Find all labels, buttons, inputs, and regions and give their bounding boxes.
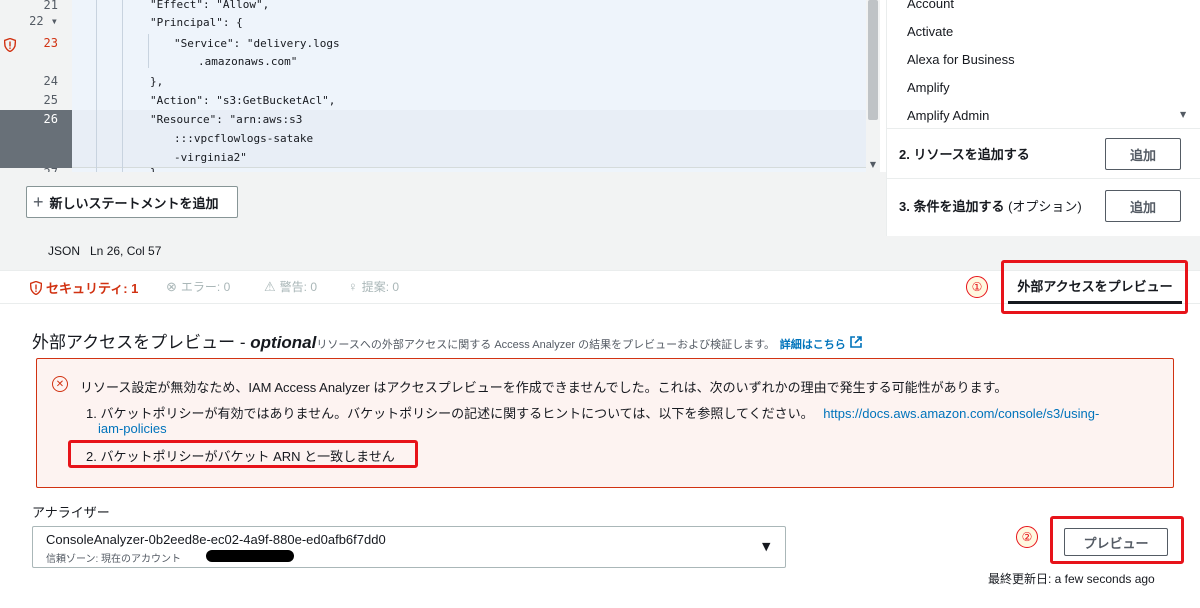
policy-docs-link-cont[interactable]: iam-policies (98, 421, 167, 436)
indent-guide (148, 34, 149, 68)
analyzer-selected-value[interactable]: ConsoleAnalyzer-0b2eed8e-ec02-4a9f-880e-… (46, 532, 386, 547)
highlight-box-preview-button (1050, 516, 1184, 564)
code-line[interactable]: "Effect": "Allow", (150, 0, 269, 11)
json-editor[interactable]: 21 22 ▾ 23 24 25 26 27 "Effect": "Allow"… (0, 0, 880, 172)
caret-down-icon[interactable]: ▼ (762, 540, 770, 553)
tab-security-label: セキュリティ: 1 (46, 281, 139, 296)
service-list-item[interactable]: Amplify Admin (907, 108, 989, 123)
line-number: 26 (43, 112, 58, 126)
tab-warnings-label: 警告: 0 (279, 280, 317, 294)
divider (886, 128, 1200, 129)
service-list-item[interactable]: Alexa for Business (907, 52, 1015, 67)
marker-one: ① (966, 276, 988, 298)
last-updated-text: 最終更新日: a few seconds ago (988, 572, 1155, 586)
line-number[interactable]: 22 ▾ (0, 14, 58, 28)
tab-suggestions[interactable]: ♀ 提案: 0 (348, 278, 399, 295)
highlight-box-preview-tab (1001, 260, 1188, 314)
code-line[interactable]: "Service": "delivery.logs (174, 37, 340, 50)
cursor-position-status: JSON Ln 26, Col 57 (48, 244, 162, 258)
scroll-down-icon[interactable]: ▼ (867, 160, 879, 170)
highlight-box-reason-2 (68, 440, 418, 468)
plus-icon: + (33, 191, 44, 212)
line-number: 24 (43, 74, 58, 88)
service-list-item[interactable]: Account (907, 0, 954, 11)
code-line[interactable]: "Action": "s3:GetBucketAcl", (150, 94, 335, 107)
divider (886, 178, 1200, 179)
error-reason-1-link-cont: iam-policies (98, 421, 167, 436)
add-resources-label: 2. リソースを追加する (899, 147, 1030, 162)
analyzer-trust-zone: 信頼ゾーン: 現在のアカウント (46, 554, 182, 565)
iam-policy-editor-screen: 21 22 ▾ 23 24 25 26 27 "Effect": "Allow"… (0, 0, 1200, 608)
tab-errors-label: エラー: 0 (180, 280, 231, 294)
line-number: 25 (43, 93, 58, 107)
learn-more-link[interactable]: 詳細はこちら (780, 339, 846, 351)
redacted-account-id (206, 550, 294, 562)
error-reason-1-text: 1. バケットポリシーが有効ではありません。バケットポリシーの記述に関するヒント… (86, 406, 814, 421)
add-conditions-label: 3. 条件を追加する (オプション) (899, 196, 1082, 215)
add-conditions-text: 3. 条件を追加する (899, 199, 1005, 214)
lightbulb-icon: ♀ (348, 279, 358, 294)
service-list-scroll-down-icon[interactable]: ▼ (1180, 110, 1186, 119)
shield-icon (30, 280, 42, 295)
indent-guide (96, 0, 97, 172)
tab-errors[interactable]: ⊗ エラー: 0 (166, 278, 230, 295)
line-number: 21 (43, 0, 58, 12)
editor-scrollbar-thumb[interactable] (868, 0, 878, 120)
policy-docs-link[interactable]: https://docs.aws.amazon.com/console/s3/u… (823, 406, 1099, 421)
error-reason-1: 1. バケットポリシーが有効ではありません。バケットポリシーの記述に関するヒント… (86, 403, 1099, 422)
tab-suggestions-label: 提案: 0 (361, 280, 400, 294)
statement-builder-panel: Account Activate Alexa for Business Ampl… (886, 0, 1200, 236)
add-statement-label: 新しいステートメントを追加 (49, 195, 219, 211)
error-circle-icon: ⊗ (166, 278, 177, 294)
warning-triangle-icon: ⚠ (264, 278, 276, 294)
service-list-item[interactable]: Activate (907, 24, 953, 39)
add-conditions-button[interactable]: 追加 (1105, 190, 1181, 222)
add-statement-button[interactable]: + 新しいステートメントを追加 (26, 186, 238, 218)
code-line[interactable]: -virginia2" (174, 151, 247, 164)
analyzer-label: アナライザー (32, 505, 110, 520)
error-message: リソース設定が無効なため、IAM Access Analyzer はアクセスプレ… (80, 380, 1008, 395)
code-line[interactable]: "Principal": { (150, 16, 243, 29)
optional-text: (オプション) (1008, 199, 1082, 214)
tab-security[interactable]: セキュリティ: 1 (30, 278, 138, 297)
line-number: 23 (43, 36, 58, 50)
code-line[interactable]: }, (150, 75, 163, 88)
marker-two: ② (1016, 526, 1038, 548)
preview-title-optional: optional (250, 333, 317, 352)
preview-title-main: 外部アクセスをプレビュー - (32, 333, 251, 352)
add-resources-button[interactable]: 追加 (1105, 138, 1181, 170)
code-line[interactable]: .amazonaws.com" (198, 55, 297, 68)
indent-guide (122, 0, 123, 172)
preview-section-title: 外部アクセスをプレビュー - optionalリソースへの外部アクセスに関する … (32, 328, 863, 353)
preview-description: リソースへの外部アクセスに関する Access Analyzer の結果をプレビ… (316, 339, 775, 351)
code-line[interactable]: :::vpcflowlogs-satake (174, 132, 313, 145)
error-x-icon: ✕ (52, 376, 68, 392)
service-list-item[interactable]: Amplify (907, 80, 950, 95)
external-link-icon[interactable] (850, 336, 863, 348)
tab-warnings[interactable]: ⚠ 警告: 0 (264, 278, 317, 295)
code-line[interactable]: "Resource": "arn:aws:s3 (150, 113, 302, 126)
